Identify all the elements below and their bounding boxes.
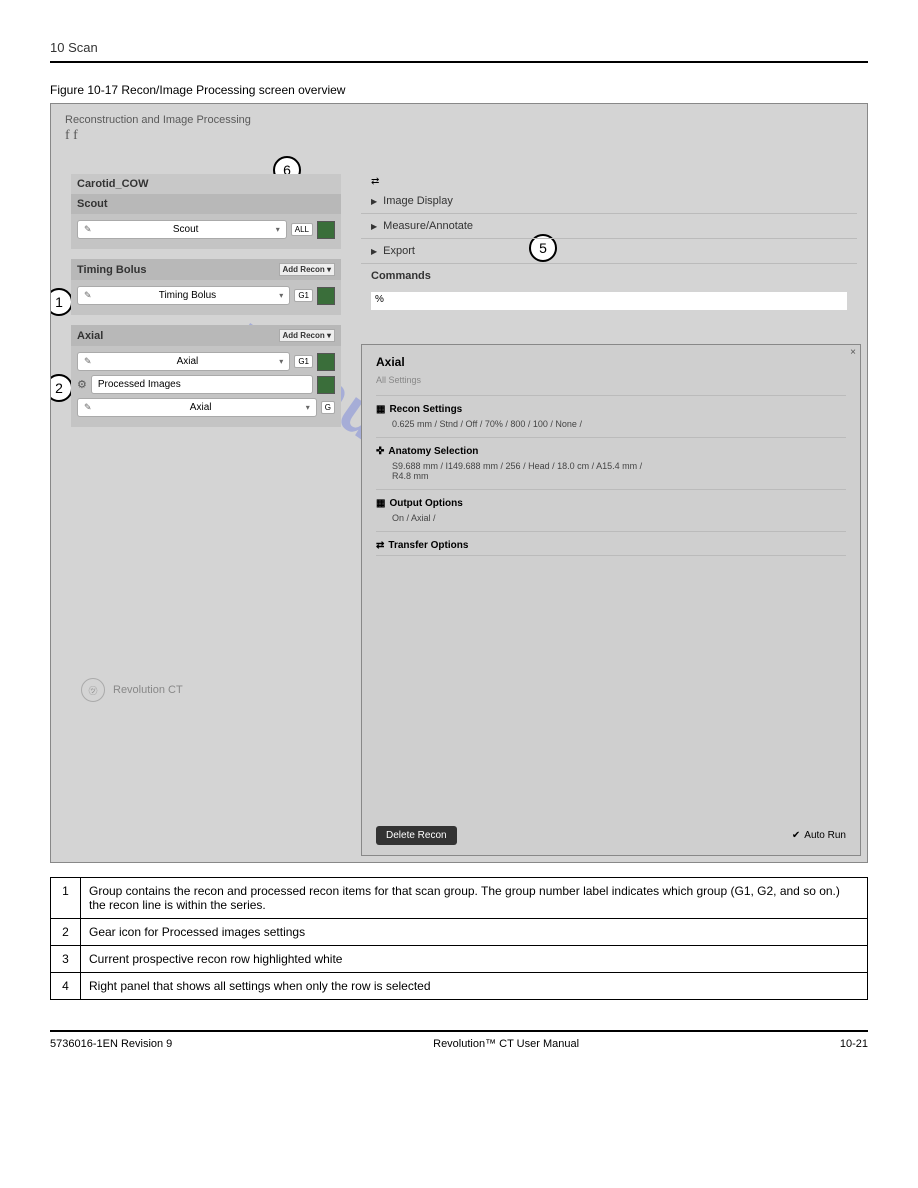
accordion-image-display[interactable]: ▶Image Display	[361, 189, 857, 214]
panel-title: Axial	[376, 355, 846, 369]
app-subtitle: f f	[65, 128, 853, 144]
add-recon-button[interactable]: Add Recon ▾	[279, 263, 335, 276]
chapter-num: 10 Scan	[50, 40, 98, 55]
description-table: 1Group contains the recon and processed …	[50, 877, 868, 1000]
close-icon[interactable]: ×	[850, 347, 856, 358]
processed-images-row[interactable]: Processed Images	[91, 375, 313, 394]
scout-dropdown[interactable]: Scout▾	[77, 220, 287, 239]
settings-panel: × Axial All Settings ▦ Recon Settings 0.…	[361, 344, 861, 856]
grid-icon[interactable]	[317, 221, 335, 239]
add-recon-button[interactable]: Add Recon ▾	[279, 329, 335, 342]
accordion-measure[interactable]: ▶Measure/Annotate	[361, 214, 857, 239]
app-window: manualshive.com Reconstruction and Image…	[50, 103, 868, 863]
callout-2: 2	[50, 374, 73, 402]
badge-all: ALL	[291, 223, 313, 236]
delete-recon-button[interactable]: Delete Recon	[376, 826, 457, 845]
autorun-checkbox[interactable]: ✔ Auto Run	[792, 830, 846, 841]
page-footer: 5736016-1EN Revision 9 Revolution™ CT Us…	[50, 1030, 868, 1050]
accordion-export[interactable]: ▶Export	[361, 239, 857, 264]
callout-1: 1	[50, 288, 73, 316]
brand-footer: ㋡ Revolution CT	[81, 678, 183, 702]
ge-logo-icon: ㋡	[81, 678, 105, 702]
app-title: Reconstruction and Image Processing	[65, 114, 853, 126]
badge-g1: G1	[294, 289, 313, 302]
grid-icon[interactable]	[317, 287, 335, 305]
gear-icon[interactable]: ⚙	[77, 378, 87, 391]
figure-label: Figure 10-17 Recon/Image Processing scre…	[50, 83, 868, 97]
grid-icon[interactable]	[317, 376, 335, 394]
commands-header: Commands	[361, 264, 857, 288]
commands-input[interactable]: %	[371, 292, 847, 310]
timing-dropdown[interactable]: Timing Bolus▾	[77, 286, 290, 305]
axial-dropdown-1[interactable]: Axial▾	[77, 352, 290, 371]
grid-icon[interactable]	[317, 353, 335, 371]
protocol-title: Carotid_COW	[71, 174, 341, 194]
axial-dropdown-2[interactable]: Axial▾	[77, 398, 317, 417]
